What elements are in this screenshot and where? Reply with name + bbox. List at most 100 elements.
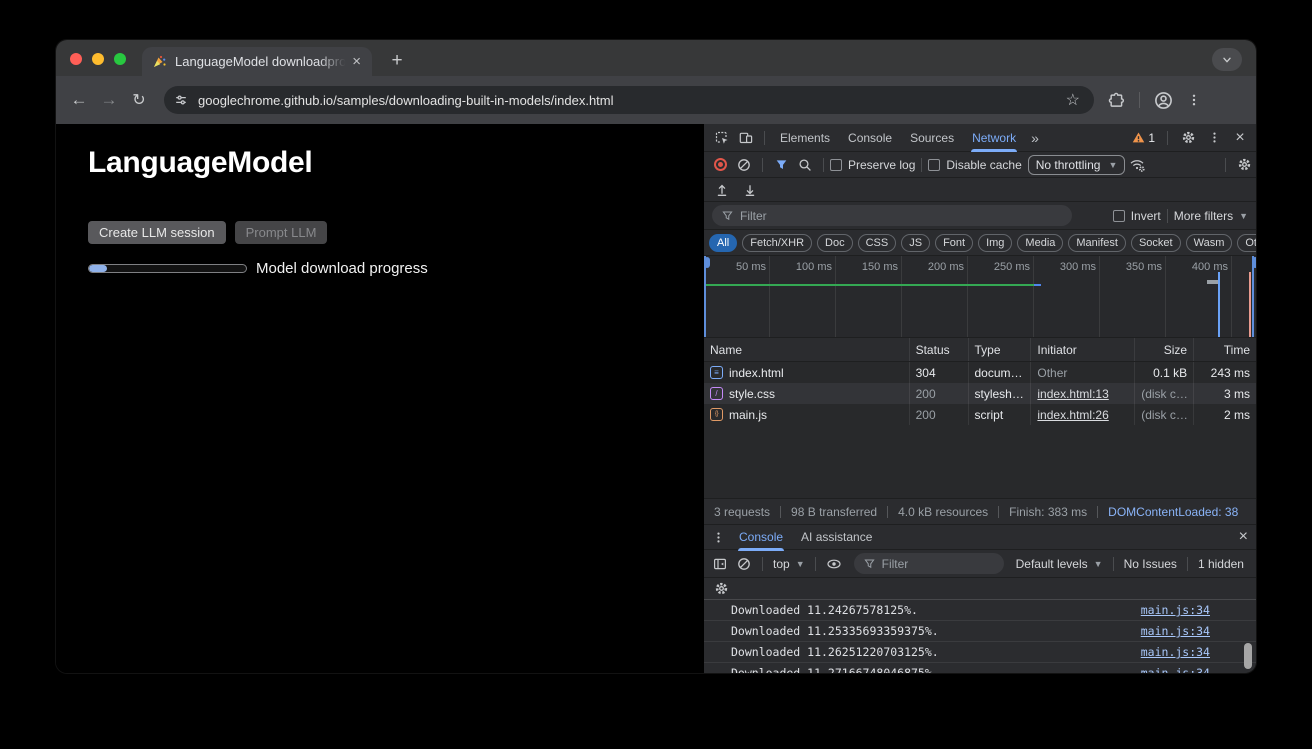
initiator-link[interactable]: index.html:13 bbox=[1037, 387, 1108, 401]
chip-js[interactable]: JS bbox=[901, 234, 930, 252]
column-time[interactable]: Time bbox=[1194, 338, 1256, 361]
chip-manifest[interactable]: Manifest bbox=[1068, 234, 1126, 252]
tab-console[interactable]: Console bbox=[839, 124, 901, 152]
create-llm-session-button[interactable]: Create LLM session bbox=[88, 221, 226, 244]
console-message[interactable]: Downloaded 11.25335693359375%. main.js:3… bbox=[704, 621, 1256, 642]
console-message[interactable]: Downloaded 11.27166748046875%. main.js:3… bbox=[704, 663, 1256, 673]
devtools-settings-icon[interactable] bbox=[1176, 128, 1200, 148]
clear-network-log-icon[interactable] bbox=[732, 155, 756, 175]
browser-menu-icon[interactable] bbox=[1187, 92, 1201, 108]
disable-cache-checkbox[interactable]: Disable cache bbox=[928, 158, 1021, 172]
search-icon[interactable] bbox=[793, 155, 817, 175]
load-event-marker bbox=[1249, 272, 1251, 337]
reload-button[interactable]: ↻ bbox=[124, 90, 154, 110]
source-link[interactable]: main.js:34 bbox=[1141, 666, 1210, 673]
warning-badge[interactable]: 1 bbox=[1128, 131, 1159, 145]
invert-checkbox[interactable]: Invert bbox=[1113, 209, 1161, 223]
minimize-window-button[interactable] bbox=[92, 53, 104, 65]
more-filters-button[interactable]: More filters ▼ bbox=[1174, 209, 1248, 223]
overview-right-handle[interactable] bbox=[1252, 256, 1256, 337]
drawer-tab-console[interactable]: Console bbox=[730, 523, 792, 551]
network-filter-row: Invert More filters ▼ bbox=[704, 202, 1256, 230]
zoom-window-button[interactable] bbox=[114, 53, 126, 65]
initiator-link[interactable]: index.html:26 bbox=[1037, 408, 1108, 422]
overview-left-handle[interactable] bbox=[704, 256, 709, 337]
bookmark-star-icon[interactable]: ☆ bbox=[1062, 90, 1084, 110]
drawer-tab-ai-assistance[interactable]: AI assistance bbox=[792, 523, 881, 551]
tab-close-icon[interactable]: × bbox=[349, 53, 364, 70]
tick-label: 150 ms bbox=[836, 256, 902, 280]
browser-tab[interactable]: LanguageModel downloadpro × bbox=[142, 47, 372, 76]
back-button[interactable]: ← bbox=[64, 90, 94, 110]
execution-context-select[interactable]: top ▼ bbox=[769, 557, 809, 571]
chip-all[interactable]: All bbox=[709, 234, 737, 252]
chip-media[interactable]: Media bbox=[1017, 234, 1063, 252]
export-har-icon[interactable] bbox=[710, 180, 734, 200]
filter-funnel-icon bbox=[722, 210, 733, 221]
more-tabs-icon[interactable]: » bbox=[1025, 130, 1045, 146]
issues-counter[interactable]: No Issues bbox=[1120, 557, 1181, 571]
console-settings-icon[interactable] bbox=[709, 579, 733, 599]
log-levels-select[interactable]: Default levels ▼ bbox=[1012, 557, 1107, 571]
console-filter-input[interactable] bbox=[882, 557, 994, 571]
network-filter-input[interactable] bbox=[740, 209, 1062, 223]
summary-requests: 3 requests bbox=[714, 505, 770, 519]
drawer-close-icon[interactable]: × bbox=[1239, 528, 1248, 546]
console-sidebar-toggle-icon[interactable] bbox=[708, 554, 732, 574]
address-bar[interactable]: googlechrome.github.io/samples/downloadi… bbox=[164, 86, 1094, 114]
source-link[interactable]: main.js:34 bbox=[1141, 645, 1210, 659]
tab-network[interactable]: Network bbox=[963, 124, 1025, 152]
chip-wasm[interactable]: Wasm bbox=[1186, 234, 1233, 252]
chip-css[interactable]: CSS bbox=[858, 234, 897, 252]
chip-doc[interactable]: Doc bbox=[817, 234, 853, 252]
source-link[interactable]: main.js:34 bbox=[1141, 624, 1210, 638]
devtools-close-icon[interactable]: × bbox=[1228, 128, 1252, 148]
console-message[interactable]: Downloaded 11.26251220703125%. main.js:3… bbox=[704, 642, 1256, 663]
import-har-icon[interactable] bbox=[738, 180, 762, 200]
hidden-messages-count[interactable]: 1 hidden bbox=[1194, 557, 1248, 571]
chip-fetch-xhr[interactable]: Fetch/XHR bbox=[742, 234, 812, 252]
live-expression-eye-icon[interactable] bbox=[822, 554, 846, 574]
devtools-menu-icon[interactable] bbox=[1202, 128, 1226, 148]
close-window-button[interactable] bbox=[70, 53, 82, 65]
request-row-style-css[interactable]: /style.css 200 stylesh… index.html:13 (d… bbox=[704, 383, 1256, 404]
column-status[interactable]: Status bbox=[910, 338, 969, 361]
console-scrollbar-thumb[interactable] bbox=[1244, 643, 1252, 669]
preserve-log-checkbox[interactable]: Preserve log bbox=[830, 158, 915, 172]
column-initiator[interactable]: Initiator bbox=[1031, 338, 1135, 361]
console-messages: Downloaded 11.24267578125%. main.js:34 D… bbox=[704, 600, 1256, 673]
profile-avatar-icon[interactable] bbox=[1154, 91, 1173, 110]
request-row-index-html[interactable]: ≡index.html 304 docum… Other 0.1 kB 243 … bbox=[704, 362, 1256, 383]
checkbox-icon bbox=[1113, 210, 1125, 222]
tab-elements[interactable]: Elements bbox=[771, 124, 839, 152]
device-toolbar-icon[interactable] bbox=[734, 128, 758, 148]
column-type[interactable]: Type bbox=[969, 338, 1032, 361]
forward-button[interactable]: → bbox=[94, 90, 124, 110]
site-settings-icon[interactable] bbox=[174, 93, 188, 107]
tab-search-button[interactable] bbox=[1212, 48, 1242, 71]
chip-other[interactable]: Other bbox=[1237, 234, 1256, 252]
new-tab-button[interactable]: + bbox=[384, 48, 410, 74]
chip-socket[interactable]: Socket bbox=[1131, 234, 1181, 252]
tab-sources[interactable]: Sources bbox=[901, 124, 963, 152]
record-network-log-icon[interactable] bbox=[708, 155, 732, 175]
source-link[interactable]: main.js:34 bbox=[1141, 603, 1210, 617]
network-settings-icon[interactable] bbox=[1232, 155, 1256, 175]
throttling-select[interactable]: No throttling ▼ bbox=[1028, 155, 1126, 175]
clear-console-icon[interactable] bbox=[732, 554, 756, 574]
column-name[interactable]: Name bbox=[704, 338, 910, 361]
extensions-icon[interactable] bbox=[1108, 92, 1125, 109]
window-content: LanguageModel Create LLM session Prompt … bbox=[56, 124, 1256, 673]
chip-font[interactable]: Font bbox=[935, 234, 973, 252]
column-size[interactable]: Size bbox=[1135, 338, 1194, 361]
network-overview-timeline[interactable]: 50 ms 100 ms 150 ms 200 ms 250 ms 300 ms… bbox=[704, 256, 1256, 338]
url-text[interactable]: googlechrome.github.io/samples/downloadi… bbox=[198, 93, 1062, 108]
network-filter-input-wrap bbox=[712, 205, 1072, 226]
inspect-element-icon[interactable] bbox=[710, 128, 734, 148]
filter-icon[interactable] bbox=[769, 155, 793, 175]
drawer-menu-icon[interactable] bbox=[706, 527, 730, 547]
network-conditions-icon[interactable] bbox=[1125, 155, 1149, 175]
chip-img[interactable]: Img bbox=[978, 234, 1012, 252]
console-message[interactable]: Downloaded 11.24267578125%. main.js:34 bbox=[704, 600, 1256, 621]
request-row-main-js[interactable]: {}main.js 200 script index.html:26 (disk… bbox=[704, 404, 1256, 425]
